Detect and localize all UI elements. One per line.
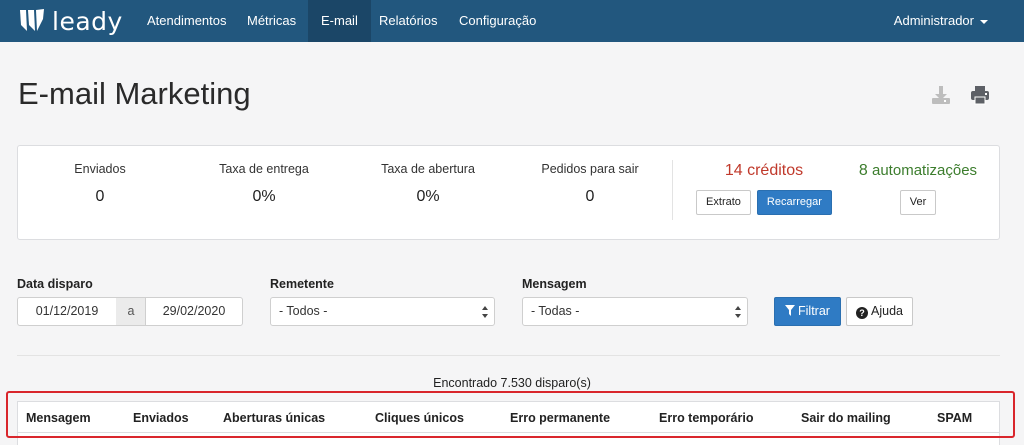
stats-divider: [672, 160, 673, 220]
annotation-highlight-box: [6, 391, 1015, 438]
date-range-separator: a: [116, 297, 146, 326]
caret-down-icon: [980, 19, 988, 24]
nav-atendimentos[interactable]: Atendimentos: [134, 0, 240, 42]
date-filter-label: Data disparo: [17, 277, 93, 291]
filter-button-label: Filtrar: [798, 304, 830, 318]
message-select[interactable]: - Todas -: [522, 297, 748, 326]
logo-text: leady: [52, 6, 123, 36]
top-navbar: leady Atendimentos Métricas E-mail Relat…: [0, 0, 1024, 42]
stat-value: 0: [95, 188, 105, 205]
automations-text: automatizações: [872, 162, 978, 179]
stat-label: Taxa de entrega: [219, 162, 309, 176]
ver-button[interactable]: Ver: [899, 190, 937, 215]
question-circle-icon: ?: [856, 307, 868, 319]
stat-taxa-entrega: Taxa de entrega 0%: [194, 162, 334, 206]
recarregar-button[interactable]: Recarregar: [756, 190, 832, 215]
print-icon[interactable]: [969, 84, 991, 106]
nav-metricas[interactable]: Métricas: [234, 0, 309, 42]
help-button-label: Ajuda: [871, 304, 903, 318]
stat-value: 0%: [252, 188, 276, 205]
stat-pedidos-sair: Pedidos para sair 0: [520, 162, 660, 206]
page-title: E-mail Marketing: [18, 76, 251, 111]
message-select-value: - Todas -: [531, 304, 580, 318]
nav-email[interactable]: E-mail: [308, 0, 371, 42]
leady-logo-icon: [20, 9, 44, 31]
filter-button[interactable]: Filtrar: [774, 297, 841, 326]
app-logo[interactable]: leady: [18, 6, 123, 36]
credits-label: 14 créditos: [724, 162, 804, 179]
help-button[interactable]: ? Ajuda: [846, 297, 913, 326]
sender-select[interactable]: - Todos -: [270, 297, 495, 326]
date-from-input[interactable]: 01/12/2019: [17, 297, 117, 326]
date-to-input[interactable]: 29/02/2020: [145, 297, 243, 326]
stat-value: 0: [585, 188, 595, 205]
filter-icon: [785, 305, 796, 316]
section-divider: [17, 355, 1000, 356]
stat-label: Taxa de abertura: [381, 162, 475, 176]
extrato-button[interactable]: Extrato: [696, 190, 751, 215]
stat-enviados: Enviados 0: [30, 162, 170, 206]
select-arrows-icon: [735, 306, 741, 318]
stat-taxa-abertura: Taxa de abertura 0%: [358, 162, 498, 206]
message-filter-label: Mensagem: [522, 277, 587, 291]
automations-label: 8 automatizações: [848, 162, 988, 180]
download-icon[interactable]: [930, 84, 952, 106]
nav-relatorios[interactable]: Relatórios: [366, 0, 451, 42]
credits-block: 14 créditos Extrato Recarregar: [690, 162, 838, 215]
user-menu[interactable]: Administrador: [894, 0, 988, 42]
automations-block: 8 automatizações Ver: [848, 162, 988, 215]
stat-label: Enviados: [74, 162, 126, 176]
stat-label: Pedidos para sair: [541, 162, 639, 176]
select-arrows-icon: [482, 306, 488, 318]
user-menu-label: Administrador: [893, 13, 974, 28]
results-count: Encontrado 7.530 disparo(s): [433, 376, 591, 390]
sender-filter-label: Remetente: [270, 277, 334, 291]
stat-value: 0%: [416, 188, 440, 205]
stats-panel: Enviados 0 Taxa de entrega 0% Taxa de ab…: [17, 145, 1000, 240]
sender-select-value: - Todos -: [279, 304, 328, 318]
nav-configuracao[interactable]: Configuração: [446, 0, 549, 42]
automations-count: 8: [858, 162, 868, 179]
